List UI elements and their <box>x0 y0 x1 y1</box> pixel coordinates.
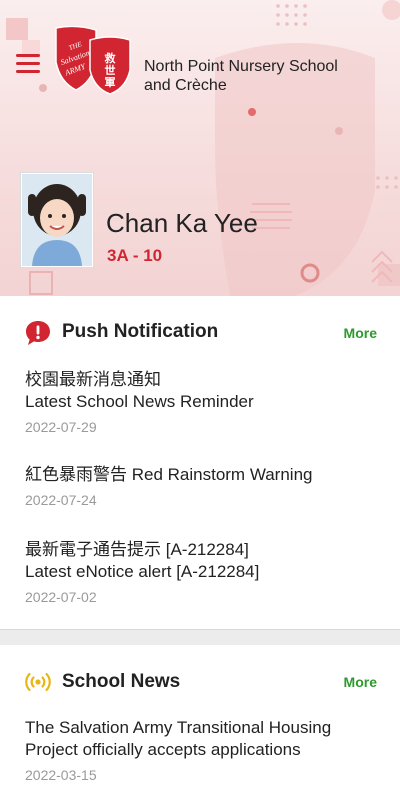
student-name: Chan Ka Yee <box>106 208 258 238</box>
notification-item[interactable]: 校園最新消息通知 Latest School News Reminder 202… <box>25 369 375 435</box>
school-news-title: School News <box>62 671 181 692</box>
notification-date: 2022-07-29 <box>25 419 97 435</box>
notification-item[interactable]: 紅色暴雨警告 Red Rainstorm Warning 2022-07-24 <box>25 464 375 508</box>
exclamation-bubble-icon <box>26 321 50 345</box>
school-news-card: School News More The Salvation Army Tran… <box>0 645 400 800</box>
notification-title-en: Latest School News Reminder <box>25 392 254 411</box>
notification-title: 紅色暴雨警告 Red Rainstorm Warning <box>25 465 313 484</box>
broadcast-icon <box>25 672 51 692</box>
salvation-army-logo: THE Salvation ARMY 救 世 軍 <box>55 26 131 95</box>
notification-title-en: Latest eNotice alert [A-212284] <box>25 562 260 581</box>
push-notification-header: Push Notification More <box>0 296 400 356</box>
student-class: 3A - 10 <box>107 246 163 265</box>
news-title-line2: Project officially accepts applications <box>25 740 301 759</box>
svg-text:世: 世 <box>105 63 116 77</box>
push-notification-more-button[interactable]: More <box>344 325 377 341</box>
push-notification-title: Push Notification <box>62 321 219 342</box>
school-name-line1: North Point Nursery School <box>144 58 338 75</box>
svg-text:救: 救 <box>105 51 116 65</box>
news-title-line1: The Salvation Army Transitional Housing <box>25 718 332 737</box>
school-news-header: School News More <box>0 645 400 705</box>
notification-item[interactable]: 最新電子通告提示 [A-212284] Latest eNotice alert… <box>25 539 375 605</box>
hamburger-menu-icon[interactable] <box>16 54 40 74</box>
school-name-line2: and Crèche <box>144 77 227 94</box>
student-photo <box>22 174 92 266</box>
notification-date: 2022-07-02 <box>25 589 97 605</box>
student-avatar[interactable] <box>21 173 93 267</box>
notification-title-zh: 校園最新消息通知 <box>25 370 161 389</box>
school-news-more-button[interactable]: More <box>344 674 377 690</box>
news-date: 2022-03-15 <box>25 767 97 783</box>
svg-text:軍: 軍 <box>105 76 116 89</box>
news-item[interactable]: The Salvation Army Transitional Housing … <box>25 717 375 783</box>
push-notification-card: Push Notification More 校園最新消息通知 Latest S… <box>0 296 400 630</box>
school-name: North Point Nursery School and Crèche <box>144 57 374 95</box>
header: THE Salvation ARMY 救 世 軍 North Point Nur… <box>0 0 400 296</box>
notification-title-zh: 最新電子通告提示 [A-212284] <box>25 540 249 559</box>
notification-date: 2022-07-24 <box>25 492 97 508</box>
